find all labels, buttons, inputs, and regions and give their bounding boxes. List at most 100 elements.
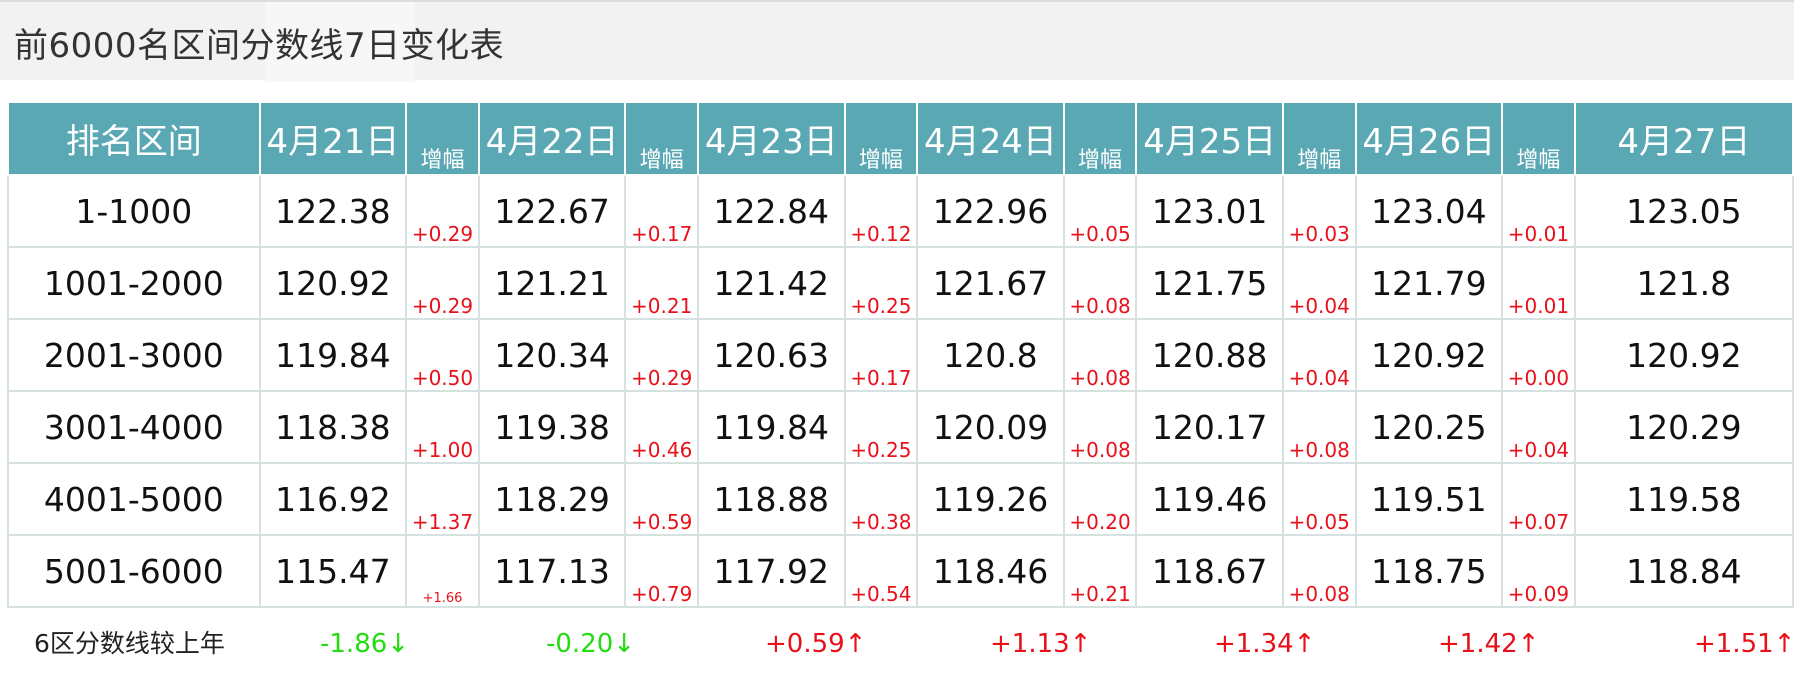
header-increment: 增幅 (1281, 101, 1357, 176)
score-cell: 118.88 (697, 462, 846, 536)
score-cell: 119.26 (916, 462, 1065, 536)
score-cell: 121.42 (697, 246, 846, 320)
increment-cell: +1.00 (405, 390, 480, 464)
rank-range-cell: 3001-4000 (7, 390, 261, 464)
increment-cell: +0.08 (1062, 390, 1138, 464)
score-cell: 120.25 (1354, 390, 1504, 464)
increment-cell: +0.08 (1062, 318, 1138, 392)
score-cell: 118.46 (916, 534, 1065, 608)
score-cell: 120.63 (697, 318, 846, 392)
table-row: 3001-4000 118.38 +1.00 119.38 +0.46 119.84 +0.… (7, 390, 1794, 464)
increment-cell: +0.07 (1501, 462, 1576, 536)
increment-cell: +0.12 (843, 174, 919, 248)
score-cell: 122.38 (258, 174, 408, 248)
increment-cell: +0.50 (405, 318, 480, 392)
title-bar: 前6000名区间分数线7日变化表 (0, 0, 1794, 82)
increment-cell: +0.05 (1281, 462, 1357, 536)
increment-cell: +0.38 (843, 462, 919, 536)
score-cell: 122.67 (477, 174, 627, 248)
increment-cell: +0.25 (843, 246, 919, 320)
rank-range-cell: 1-1000 (7, 174, 261, 248)
table-row: 4001-5000 116.92 +1.37 118.29 +0.59 118.88 +0.… (7, 462, 1794, 536)
score-cell: 120.09 (916, 390, 1065, 464)
score-cell: 117.92 (697, 534, 846, 608)
score-cell: 118.67 (1135, 534, 1284, 608)
table-row: 1001-2000 120.92 +0.29 121.21 +0.21 121.42 +0.… (7, 246, 1794, 320)
score-cell: 121.67 (916, 246, 1065, 320)
score-cell: 119.51 (1354, 462, 1504, 536)
score-cell: 118.75 (1354, 534, 1504, 608)
year-comparison-value: +1.42↑ (1438, 629, 1540, 659)
increment-cell: +0.09 (1501, 534, 1576, 608)
increment-cell: +0.54 (843, 534, 919, 608)
header-increment: 增幅 (405, 101, 480, 176)
header-date: 4月24日 (916, 101, 1065, 176)
increment-cell: +0.25 (843, 390, 919, 464)
increment-cell: +0.08 (1281, 534, 1357, 608)
increment-cell: +0.08 (1062, 246, 1138, 320)
score-cell: 123.05 (1573, 174, 1794, 248)
score-cell: 120.88 (1135, 318, 1284, 392)
score-cell: 119.84 (258, 318, 408, 392)
year-comparison-value: +1.51↑ (1694, 629, 1794, 659)
increment-cell: +0.79 (624, 534, 700, 608)
header-increment: 增幅 (624, 101, 700, 176)
header-date: 4月22日 (477, 101, 627, 176)
increment-cell: +0.01 (1501, 174, 1576, 248)
table-row: 2001-3000 119.84 +0.50 120.34 +0.29 120.63 +0.… (7, 318, 1794, 392)
header-date: 4月27日 (1573, 101, 1794, 176)
score-cell: 123.04 (1354, 174, 1504, 248)
table-body: 1-1000 122.38 +0.29 122.67 +0.17 122.84 +0.12 1… (7, 174, 1794, 608)
increment-cell: +0.03 (1281, 174, 1357, 248)
header-increment: 增幅 (1501, 101, 1576, 176)
increment-cell: +1.37 (405, 462, 480, 536)
table-row: 1-1000 122.38 +0.29 122.67 +0.17 122.84 +0.12 1… (7, 174, 1794, 248)
score-cell: 115.47 (258, 534, 408, 608)
increment-cell: +0.04 (1281, 318, 1357, 392)
score-cell: 123.01 (1135, 174, 1284, 248)
increment-cell: +0.05 (1062, 174, 1138, 248)
increment-cell: +0.29 (405, 246, 480, 320)
score-cell: 119.58 (1573, 462, 1794, 536)
year-comparison-value: +1.13↑ (990, 629, 1092, 659)
score-table: 排名区间 4月21日 增幅 4月22日 增幅 4月23日 增幅 4月24日 增幅… (7, 101, 1794, 608)
header-increment: 增幅 (1062, 101, 1138, 176)
year-comparison-label: 6区分数线较上年 (34, 629, 225, 658)
score-cell: 120.17 (1135, 390, 1284, 464)
score-cell: 120.92 (1573, 318, 1794, 392)
score-cell: 120.8 (916, 318, 1065, 392)
score-cell: 122.84 (697, 174, 846, 248)
increment-cell: +0.01 (1501, 246, 1576, 320)
score-cell: 118.84 (1573, 534, 1794, 608)
increment-cell: +0.59 (624, 462, 700, 536)
page-title: 前6000名区间分数线7日变化表 (14, 26, 505, 66)
rank-range-cell: 4001-5000 (7, 462, 261, 536)
increment-cell: +0.29 (624, 318, 700, 392)
header-date: 4月25日 (1135, 101, 1284, 176)
increment-cell: +0.46 (624, 390, 700, 464)
score-cell: 118.29 (477, 462, 627, 536)
header-row: 排名区间 4月21日 增幅 4月22日 增幅 4月23日 增幅 4月24日 增幅… (7, 101, 1794, 176)
increment-cell: +0.17 (843, 318, 919, 392)
increment-cell: +0.00 (1501, 318, 1576, 392)
score-cell: 121.75 (1135, 246, 1284, 320)
score-cell: 120.29 (1573, 390, 1794, 464)
header-date: 4月23日 (697, 101, 846, 176)
header-date: 4月21日 (258, 101, 408, 176)
rank-range-cell: 1001-2000 (7, 246, 261, 320)
score-cell: 116.92 (258, 462, 408, 536)
increment-cell: +0.17 (624, 174, 700, 248)
increment-cell: +0.04 (1501, 390, 1576, 464)
table-row: 5001-6000 115.47 +1.66 117.13 +0.79 117.92 +0.… (7, 534, 1794, 608)
year-comparison-value: +1.34↑ (1214, 629, 1316, 659)
score-cell: 119.46 (1135, 462, 1284, 536)
increment-cell: +0.21 (1062, 534, 1138, 608)
rank-range-cell: 2001-3000 (7, 318, 261, 392)
score-cell: 119.38 (477, 390, 627, 464)
increment-cell: +1.66 (405, 534, 480, 608)
year-comparison-value: -0.20↓ (546, 629, 636, 659)
header-increment: 增幅 (843, 101, 919, 176)
increment-cell: +0.20 (1062, 462, 1138, 536)
score-cell: 120.34 (477, 318, 627, 392)
score-cell: 118.38 (258, 390, 408, 464)
